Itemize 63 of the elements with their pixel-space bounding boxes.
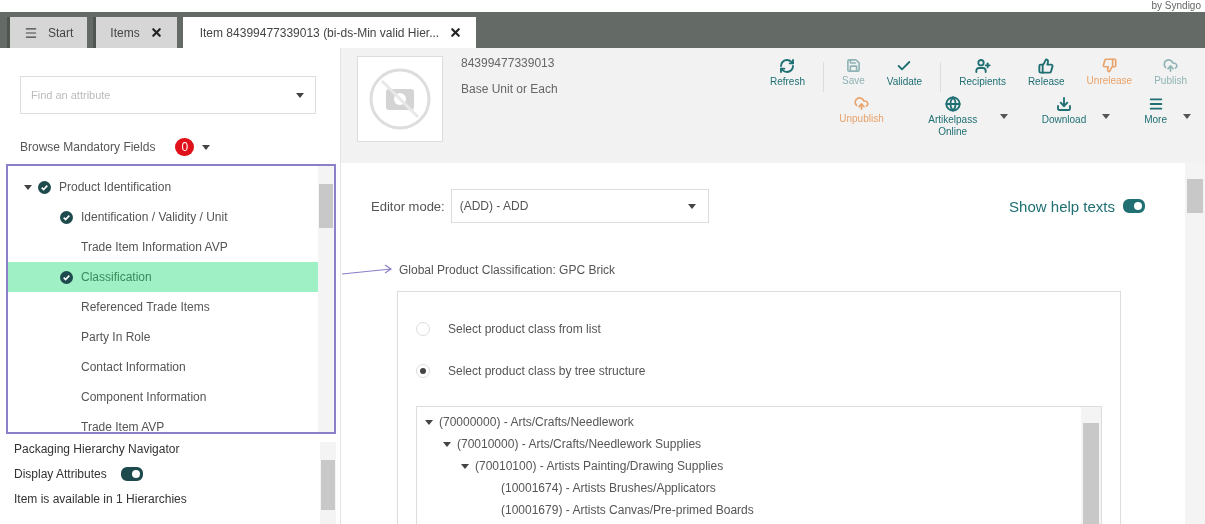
help-texts-label[interactable]: Show help texts — [1009, 197, 1115, 215]
check-circle-icon — [60, 210, 73, 224]
toolbar-button[interactable]: Recipients — [955, 56, 1010, 90]
count-badge: 0 — [175, 138, 195, 156]
menu-icon — [24, 25, 38, 40]
navigation-item[interactable]: Product Identification — [8, 172, 318, 202]
caret-icon[interactable] — [202, 144, 211, 150]
caret-icon[interactable] — [443, 441, 451, 447]
scroll-thumb[interactable] — [319, 184, 333, 228]
display-attributes-label: Display Attributes — [14, 467, 107, 481]
scrollbar[interactable] — [318, 166, 334, 432]
section-title: Packaging Hierarchy Navigator — [14, 442, 181, 456]
hierarchy-note: Item is available in 1 Hierarchies — [14, 492, 188, 506]
tree-node[interactable]: (70000000) - Arts/Crafts/Needlework — [439, 415, 634, 429]
navigation-item[interactable]: Referenced Trade Items — [8, 292, 318, 322]
toolbar-button[interactable]: Download — [1037, 94, 1091, 128]
option-label[interactable]: Select product class by tree structure — [448, 364, 646, 378]
navigation-item[interactable]: Component Information — [8, 382, 318, 412]
editor-mode-select[interactable]: (ADD) - ADD — [450, 189, 709, 223]
scrollbar[interactable] — [1185, 163, 1205, 524]
tree-node[interactable]: (10001679) - Artists Canvas/Pre-primed Boards — [501, 503, 754, 517]
caret-icon — [687, 203, 696, 209]
caret-icon — [296, 93, 304, 98]
caret-icon[interactable] — [24, 184, 32, 190]
toolbar-button[interactable]: Refresh — [765, 56, 809, 90]
brand-text: by Syndigo — [1151, 0, 1202, 12]
tree-node[interactable]: (70010100) - Artists Painting/Drawing Supplies — [475, 459, 724, 473]
scroll-thumb[interactable] — [1187, 179, 1203, 213]
tab[interactable]: Items — [93, 17, 177, 48]
toolbar-button[interactable]: Artikelpass Online — [917, 94, 988, 140]
toggle-switch[interactable] — [120, 467, 143, 481]
navigation-item[interactable]: Identification / Validity / Unit — [8, 202, 318, 232]
tree-node[interactable]: (10001674) - Artists Brushes/Applicators — [501, 481, 716, 495]
editor-mode-label: Editor mode: — [371, 198, 445, 214]
tree-node[interactable]: (70010000) - Arts/Crafts/Needlework Supplies — [457, 437, 702, 451]
check-circle-icon — [60, 270, 73, 284]
caret-icon[interactable] — [999, 114, 1008, 119]
caret-icon[interactable] — [461, 463, 469, 469]
scroll-thumb[interactable] — [321, 460, 335, 510]
item-unit: Base Unit or Each — [461, 82, 559, 96]
option-label[interactable]: Select product class from list — [448, 322, 601, 336]
tab[interactable]: Item 84399477339013 (bi-ds-Min valid Hier... — [182, 17, 477, 48]
tab[interactable]: Start — [7, 17, 88, 48]
navigation-item[interactable]: Party In Role — [8, 322, 318, 352]
caret-icon[interactable] — [1183, 114, 1191, 119]
item-gtin: 84399477339013 — [461, 56, 556, 70]
toolbar-button[interactable]: More — [1140, 94, 1171, 128]
mandatory-fields-label[interactable]: Browse Mandatory Fields — [20, 140, 156, 154]
caret-icon[interactable] — [1102, 114, 1111, 119]
no-photo-icon — [368, 67, 432, 131]
attribute-search-field[interactable]: Find an attribute — [20, 76, 316, 114]
close-icon[interactable] — [149, 26, 163, 39]
navigation-item[interactable]: Trade Item Information AVP — [8, 232, 318, 262]
close-icon[interactable] — [449, 26, 463, 39]
check-circle-icon — [38, 180, 51, 194]
navigation-item[interactable]: Trade Item AVP — [8, 412, 318, 442]
toolbar-button[interactable]: Release — [1023, 56, 1069, 90]
toggle-switch[interactable] — [1123, 199, 1145, 213]
navigation-item[interactable]: Contact Information — [8, 352, 318, 382]
scrollbar[interactable] — [320, 442, 336, 524]
toolbar-button[interactable]: Validate — [882, 56, 927, 90]
section-title: Global Product Classification: GPC Brick — [399, 263, 616, 277]
caret-icon[interactable] — [425, 419, 433, 425]
